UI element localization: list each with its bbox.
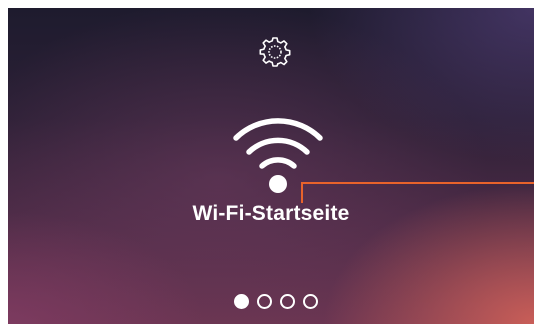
page-dot-3[interactable] — [280, 294, 295, 309]
gear-icon — [258, 35, 292, 69]
page-title: Wi-Fi-Startseite — [192, 202, 350, 225]
settings-button[interactable] — [258, 35, 292, 69]
page-indicator — [234, 294, 318, 310]
page-dot-4[interactable] — [303, 294, 318, 309]
device-screen: Wi-Fi-Startseite — [8, 8, 534, 324]
page-dot-2[interactable] — [257, 294, 272, 309]
page-dot-1[interactable] — [234, 294, 249, 309]
callout-line — [301, 182, 534, 204]
